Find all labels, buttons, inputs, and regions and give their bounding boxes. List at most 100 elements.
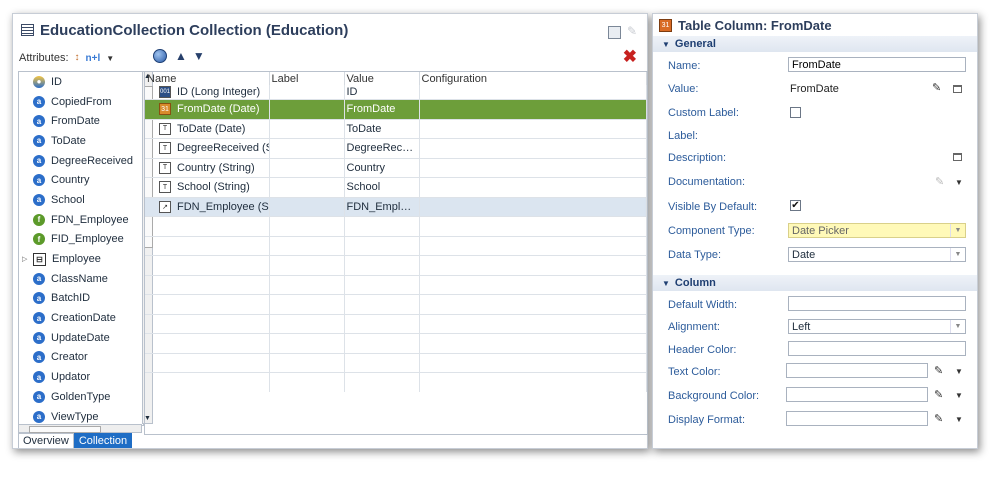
pin-icon[interactable]: ✎: [627, 24, 637, 38]
background-color-field[interactable]: [786, 387, 928, 402]
attribute-list-item[interactable]: a CopiedFrom: [19, 92, 143, 112]
tab-collection[interactable]: Collection: [73, 433, 133, 448]
table-row[interactable]: T DegreeReceived (S... DegreeReceiv...: [145, 138, 647, 158]
cell-value[interactable]: Country: [344, 157, 420, 178]
add-column-icon[interactable]: [153, 49, 167, 63]
sort-icon[interactable]: ↕: [75, 53, 80, 63]
move-down-icon[interactable]: ▼: [193, 49, 205, 63]
window-icon[interactable]: [953, 85, 962, 93]
attribute-list-item[interactable]: ● ID: [19, 72, 143, 92]
tab-overview[interactable]: Overview: [18, 433, 74, 448]
table-row[interactable]: T ToDate (Date) ToDate: [145, 118, 647, 139]
component-type-select[interactable]: Date Picker ▼: [788, 223, 966, 238]
attribute-list-item[interactable]: a FromDate: [19, 111, 143, 131]
cell-label[interactable]: [269, 138, 345, 158]
hscrollbar-thumb[interactable]: [29, 426, 101, 433]
data-type-select[interactable]: Date ▼: [788, 247, 966, 262]
column-header-name[interactable]: Name: [145, 72, 270, 85]
alignment-chevron-icon[interactable]: ▼: [950, 320, 965, 333]
cell-name[interactable]: 31 FromDate (Date): [145, 99, 270, 119]
table-row[interactable]: 001 ID (Long Integer) ID: [145, 85, 647, 100]
column-header-label[interactable]: Label: [269, 72, 345, 85]
cell-name[interactable]: T DegreeReceived (S...: [145, 138, 270, 158]
attribute-list-item[interactable]: a School: [19, 190, 143, 210]
custom-label-checkbox[interactable]: [790, 107, 801, 118]
attribute-list-hscrollbar[interactable]: [18, 424, 142, 433]
cell-config[interactable]: [419, 85, 647, 100]
table-row[interactable]: T School (String) School: [145, 177, 647, 197]
data-type-chevron-icon[interactable]: ▼: [950, 248, 965, 261]
column-header-value[interactable]: Value: [344, 72, 420, 85]
cell-label[interactable]: [269, 157, 345, 178]
cell-config[interactable]: [419, 157, 647, 178]
n-plus-l-button[interactable]: n+l: [86, 53, 101, 64]
attribute-list-item[interactable]: a GoldenType: [19, 387, 143, 407]
cell-config[interactable]: [419, 99, 647, 119]
cell-config[interactable]: [419, 177, 647, 197]
attribute-list-item[interactable]: a BatchID: [19, 289, 143, 309]
cell-config[interactable]: [419, 118, 647, 139]
table-row[interactable]: T Country (String) Country: [145, 157, 647, 178]
cell-name[interactable]: ↗ FDN_Employee (St...: [145, 196, 270, 217]
cell-value[interactable]: ToDate: [344, 118, 420, 139]
cell-value[interactable]: FromDate: [344, 99, 420, 119]
cell-value[interactable]: School: [344, 177, 420, 197]
expand-icon[interactable]: ▷: [22, 255, 27, 263]
cell-value[interactable]: DegreeReceiv...: [344, 138, 420, 158]
name-field[interactable]: [788, 57, 966, 72]
chevron-down-icon[interactable]: ▼: [106, 54, 114, 63]
doc-chevron-down-icon[interactable]: ▼: [955, 178, 963, 187]
cell-config[interactable]: [419, 196, 647, 217]
attribute-list-item[interactable]: a ToDate: [19, 131, 143, 151]
component-type-chevron-icon[interactable]: ▼: [950, 224, 965, 237]
cell-label[interactable]: [269, 118, 345, 139]
attribute-list-item[interactable]: f FDN_Employee: [19, 210, 143, 230]
attribute-list-item[interactable]: a DegreeReceived: [19, 151, 143, 171]
default-width-field[interactable]: [788, 296, 966, 311]
table-row[interactable]: 31 FromDate (Date) FromDate: [145, 99, 647, 119]
attribute-list-item[interactable]: f FID_Employee: [19, 230, 143, 250]
text-color-chevron-down-icon[interactable]: ▼: [955, 367, 963, 376]
description-window-icon[interactable]: [953, 153, 962, 161]
header-color-field[interactable]: [788, 341, 966, 356]
move-up-icon[interactable]: ▲: [175, 49, 187, 63]
cell-label[interactable]: [269, 85, 345, 100]
attribute-list-item[interactable]: a Country: [19, 170, 143, 190]
attribute-list-item[interactable]: ▷ ⊟ Employee: [19, 249, 143, 269]
cell-name[interactable]: 001 ID (Long Integer): [145, 85, 270, 100]
display-format-edit-icon[interactable]: ✎: [934, 412, 943, 425]
background-color-chevron-down-icon[interactable]: ▼: [955, 391, 963, 400]
section-general[interactable]: ▼ General: [653, 36, 977, 52]
edit-icon[interactable]: ✎: [932, 81, 941, 94]
attribute-list-item[interactable]: a UpdateDate: [19, 328, 143, 348]
cell-label[interactable]: [269, 196, 345, 217]
cell-name[interactable]: T School (String): [145, 177, 270, 197]
cell-name[interactable]: T Country (String): [145, 157, 270, 178]
display-format-chevron-down-icon[interactable]: ▼: [955, 415, 963, 424]
cell-config[interactable]: [419, 138, 647, 158]
attribute-list-item[interactable]: a CreationDate: [19, 308, 143, 328]
attribute-list-item[interactable]: a Creator: [19, 348, 143, 368]
cell-value[interactable]: ID: [344, 85, 420, 100]
column-header-configuration[interactable]: Configuration: [419, 72, 647, 85]
text-color-edit-icon[interactable]: ✎: [934, 364, 943, 377]
cell-value[interactable]: FDN_Employee: [344, 196, 420, 217]
attribute-list-item[interactable]: a Updator: [19, 367, 143, 387]
attribute-list-item[interactable]: a ClassName: [19, 269, 143, 289]
background-color-edit-icon[interactable]: ✎: [934, 388, 943, 401]
doc-edit-icon[interactable]: ✎: [935, 175, 944, 188]
alignment-select[interactable]: Left ▼: [788, 319, 966, 334]
save-icon[interactable]: [608, 26, 621, 39]
section-column[interactable]: ▼ Column: [653, 275, 977, 291]
attribute-list[interactable]: ● ID a CopiedFrom a FromDate a ToDate a DegreeRec…: [18, 71, 144, 426]
delete-icon[interactable]: ✖: [623, 47, 637, 67]
text-color-field[interactable]: [786, 363, 928, 378]
column-collapse-triangle-icon[interactable]: ▼: [662, 279, 670, 288]
cell-name[interactable]: T ToDate (Date): [145, 118, 270, 139]
cell-label[interactable]: [269, 99, 345, 119]
display-format-field[interactable]: [786, 411, 928, 426]
visible-by-default-checkbox[interactable]: ✔: [790, 200, 801, 211]
cell-label[interactable]: [269, 177, 345, 197]
collapse-triangle-icon[interactable]: ▼: [662, 40, 670, 49]
table-row[interactable]: ↗ FDN_Employee (St... FDN_Employee: [145, 196, 647, 217]
